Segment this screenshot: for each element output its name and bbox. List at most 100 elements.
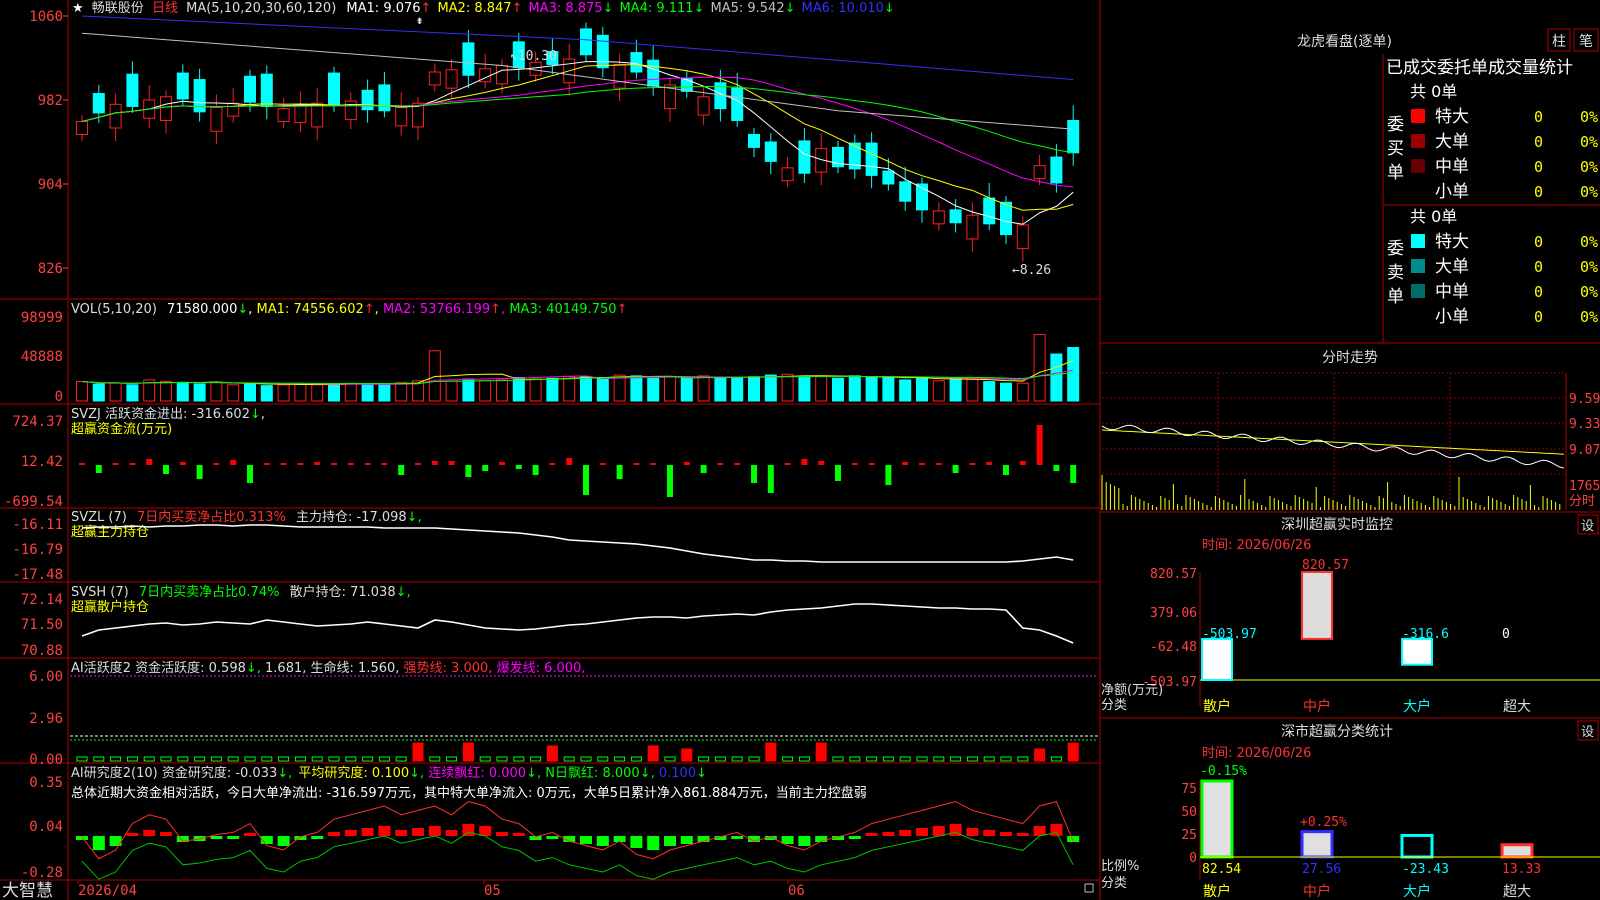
ai-active-header: AI活跃度2 资金活跃度: 0.598↓, 1.681, 生命线: 1.560,… [71,660,585,676]
activity-bar [530,756,542,762]
flow-bar [79,463,85,465]
cls-value-label: -23.43 [1402,862,1449,877]
activity-bar [832,756,844,762]
volume-bar [815,376,828,402]
flow-bar [667,465,673,497]
order-row-name: 大单 [1435,257,1469,277]
trading-terminal: 1060 982 904 826 ★ 畅联股份 日线 MA(5,10,20,30… [0,0,1600,900]
svg-text:9.33: 9.33 [1569,417,1600,432]
panel-frames [0,0,1600,900]
volume-bar [294,383,307,402]
candle-body [983,197,996,225]
svg-text:中户: 中户 [1303,698,1331,715]
order-row-count: 0 [1534,308,1543,326]
candle-body [344,100,357,120]
volume-bar [966,378,979,402]
candle-body [1067,119,1080,154]
volume-bar [227,384,240,402]
order-row-pct: 0% [1580,233,1598,251]
flow-bar [280,463,287,465]
cls-bars: 82.54 27.56 -23.43 13.33 -0.15% +0.25% [1200,764,1600,877]
research-bar [899,830,912,836]
candle-body [1000,201,1012,236]
price-tick: 826 [38,261,63,277]
svg-text:820.57: 820.57 [1150,567,1197,582]
cls-axis: 75 50 25 0 [1181,782,1197,866]
period-label[interactable]: 日线 [152,1,178,16]
cls-pct-a: -0.15% [1200,764,1247,779]
flow-bar [247,465,253,483]
sell-orders-label: 委卖单 [1387,239,1404,307]
order-row-count: 0 [1534,133,1543,151]
flow-bar [129,463,136,465]
research-bar [916,828,928,836]
volume-bar [680,377,693,402]
svg-text:设: 设 [1581,519,1594,534]
flow-bar [919,463,925,465]
intraday-grid [1102,372,1566,510]
activity-bar [429,756,441,762]
research-bar [344,830,357,836]
candle-body [328,72,340,106]
favorite-star-icon[interactable]: ★ [72,1,84,16]
main-holding-line [81,524,1074,563]
volume-bar [244,382,256,402]
activity-bar [950,756,962,762]
flow-bar [902,462,909,465]
volume-bar [1016,382,1029,402]
vertical-label-char: 卖 [1387,263,1404,283]
ma-arrow: ↓ [884,1,895,16]
activity-bar [328,756,340,762]
research-bar [647,836,660,850]
activity-bar [630,756,642,762]
research-bar [428,826,441,836]
candle-body [781,167,794,182]
flow-bar [448,461,455,465]
order-row-count: 0 [1534,158,1543,176]
flow-bar [163,465,169,474]
svg-text:0.04: 0.04 [29,819,63,835]
vertical-label-char: 单 [1387,163,1404,183]
candle-body [294,103,307,124]
sz-bar-label: 0 [1502,627,1510,642]
activity-bar [278,756,290,762]
flow-bar [179,462,186,465]
candle-body [76,121,88,135]
volume-bar [865,376,878,402]
research-bar [378,826,391,836]
lock-icon[interactable] [1084,883,1094,893]
flow-bar [751,465,757,483]
volume-bar [832,377,844,402]
price-tick: 904 [38,177,63,193]
activity-bar [395,756,407,762]
flow-bar [1053,465,1060,471]
research-bar [277,836,290,846]
activity-bar [345,756,357,762]
candlestick-chart [76,22,1080,262]
order-row-count: 0 [1534,283,1543,301]
sz-bar-label: -316.6 [1402,627,1449,642]
volume-bar [630,375,643,402]
svg-text:12.42: 12.42 [21,454,63,470]
ma-arrow: ↓ [603,1,614,16]
candle-body [949,209,962,224]
activity-bar [597,756,609,762]
ma-line [81,86,1074,154]
svg-text:-62.48: -62.48 [1150,640,1197,655]
research-avg-line [81,831,1074,880]
candle-body [210,107,223,132]
flow-bar [784,463,791,465]
flow-bar [364,463,371,465]
flow-bar [465,465,472,477]
candle-body [596,34,609,69]
candle-body [966,214,979,240]
activity-bar [362,756,374,762]
activity-bar [966,756,978,762]
vertical-label-char: 委 [1387,239,1404,259]
activity-bar [210,756,222,762]
candle-body [462,42,475,76]
order-row-count: 0 [1534,258,1543,276]
cls-value-label: 27.56 [1302,862,1341,877]
ma-arrow: ↓ [694,1,705,16]
svg-text:2026/04: 2026/04 [78,883,137,899]
